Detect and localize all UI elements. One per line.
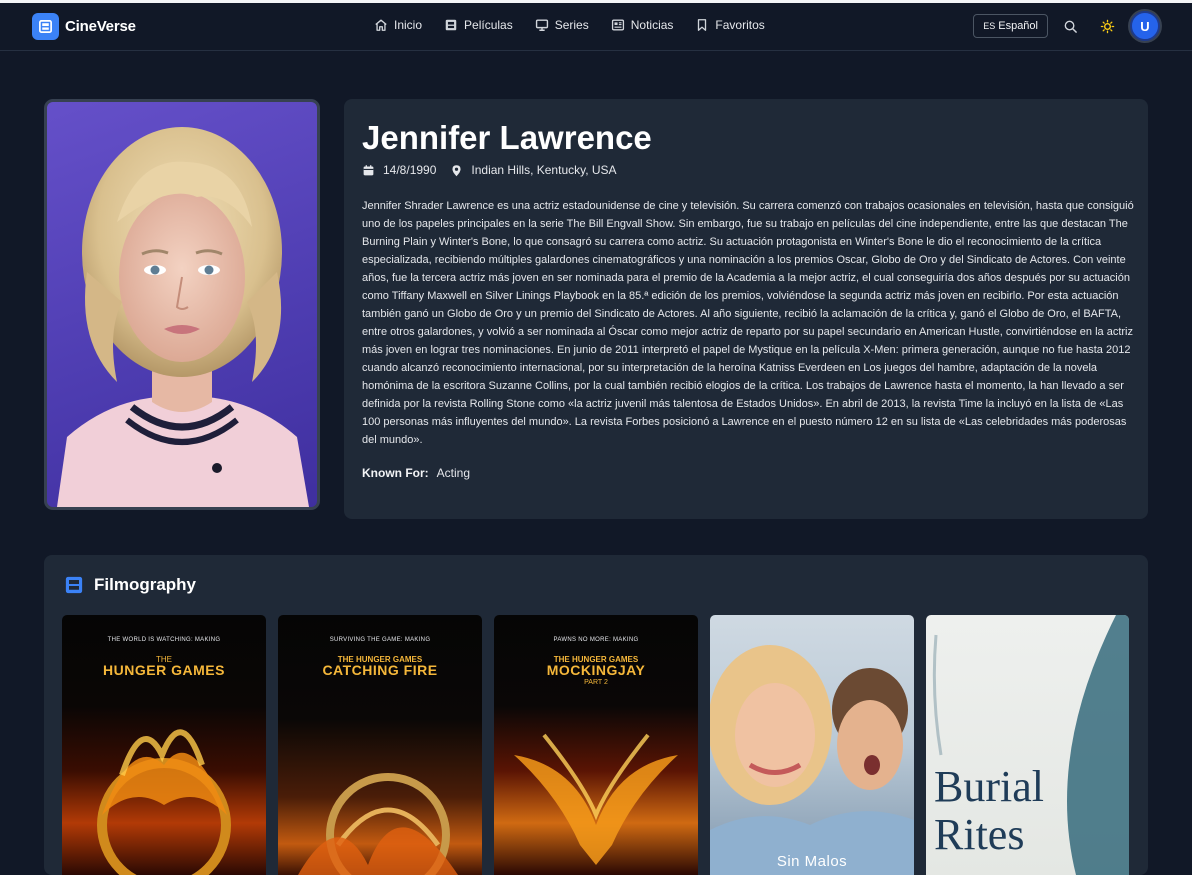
poster-tagline: THE WORLD IS WATCHING: MAKING [107,637,221,643]
language-selector[interactable]: ES Español [973,14,1048,38]
nav-item-favoritos[interactable]: Favoritos [695,18,765,32]
nav-item-series[interactable]: Series [535,18,589,32]
nav-item-label: Noticias [630,18,674,32]
filmography-section: Filmography THE WORLD IS WATCHING: MAKIN… [44,555,1148,875]
person-portrait [44,99,320,510]
brand-name: CineVerse [65,18,136,35]
poster-tagline: SURVIVING THE GAME: MAKING [329,637,431,643]
nav-actions: ES Español U [973,11,1160,41]
nav-item-label: Inicio [394,18,423,32]
calendar-icon [363,164,374,175]
poster-subtitle: PART 2 [584,679,608,686]
language-label: Español [998,20,1038,32]
search-icon [1064,20,1077,33]
poster-title: Sin Malos [776,853,848,870]
poster-title: MOCKINGJAY [546,662,646,678]
poster-tagline: PAWNS NO MORE: MAKING [553,637,639,643]
filmography-title: Filmography [94,575,197,594]
search-button[interactable] [1055,11,1085,41]
catching-fire-emblem [298,773,458,875]
person-info-card: Jennifer Lawrence 14/8/1990 Indian Hills… [344,99,1148,519]
nav-item-label: Series [554,18,589,32]
main-nav: Inicio Películas Series Noticias Favorit… [374,18,787,32]
known-for: Known For: Acting [362,466,1130,480]
nav-item-peliculas[interactable]: Películas [444,18,513,32]
movie-poster-card[interactable]: SURVIVING THE GAME: MAKING THE HUNGER GA… [278,615,482,875]
filmography-header: Filmography [64,575,196,595]
poster-title: CATCHING FIRE [322,662,438,678]
nav-item-label: Películas [464,18,513,32]
theme-toggle-button[interactable] [1092,11,1122,41]
home-icon [375,19,387,31]
person-birthday: 14/8/1990 [383,163,437,177]
bookmark-icon [698,19,707,31]
mockingjay-fire-emblem [97,729,231,875]
person-name: Jennifer Lawrence [362,119,652,156]
movie-poster-card[interactable]: THE WORLD IS WATCHING: MAKING THE HUNGER… [62,615,266,875]
tv-icon [535,19,548,31]
poster-title: Burial Rites [934,762,1044,859]
location-pin-icon [452,164,461,176]
mockingjay-bird-emblem [514,733,678,865]
known-for-label: Known For: [362,466,429,480]
brand-link[interactable]: CineVerse [32,13,136,40]
top-navbar: CineVerse Inicio Películas Series Notici… [0,3,1192,51]
person-biography: Jennifer Shrader Lawrence es una actriz … [362,200,1134,446]
user-avatar-button[interactable]: U [1130,11,1160,41]
nav-item-inicio[interactable]: Inicio [374,18,422,32]
film-logo-icon [32,13,59,40]
film-icon [445,19,457,31]
nav-item-label: Favoritos [715,18,765,32]
sun-icon [1100,19,1114,33]
person-birthplace: Indian Hills, Kentucky, USA [471,163,617,177]
movie-poster-card[interactable]: Burial Rites [926,615,1129,875]
poster-photo-two-people [710,645,914,875]
poster-title: HUNGER GAMES [103,662,225,678]
person-meta: 14/8/1990 Indian Hills, Kentucky, USA [362,163,1130,177]
known-for-value: Acting [436,466,471,480]
newspaper-icon [611,19,624,31]
film-icon [65,576,83,594]
nav-item-noticias[interactable]: Noticias [611,18,674,32]
movie-poster-card[interactable]: Sin Malos [710,615,914,875]
movie-poster-card[interactable]: PAWNS NO MORE: MAKING THE HUNGER GAMES M… [494,615,698,875]
language-flag: ES [983,21,996,31]
